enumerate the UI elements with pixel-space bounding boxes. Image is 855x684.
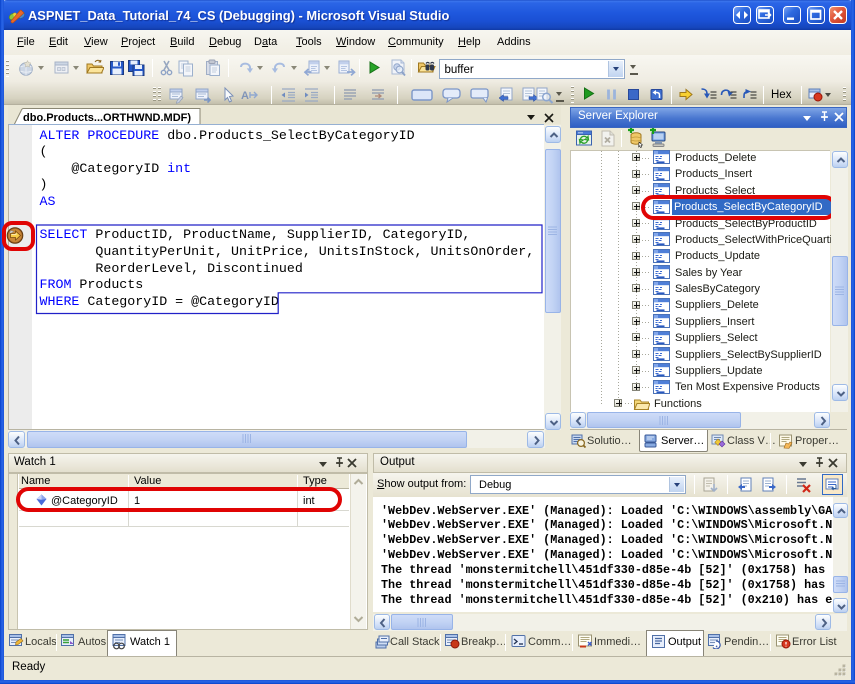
svg-text:A: A xyxy=(241,90,249,102)
